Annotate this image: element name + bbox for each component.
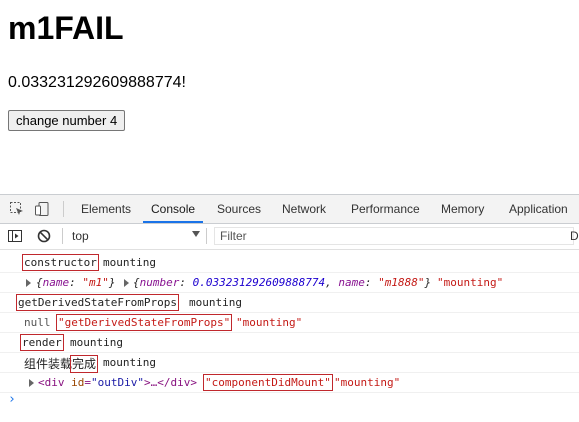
- tab-performance[interactable]: Performance: [351, 195, 420, 223]
- console-toolbar: top D: [0, 224, 579, 250]
- expand-triangle-icon[interactable]: [124, 279, 129, 287]
- toolbar-separator: [206, 228, 207, 244]
- log-row: {name: "m1"} {number: 0.0332312926098887…: [0, 273, 579, 293]
- default-levels-label[interactable]: D: [570, 229, 579, 243]
- log-label: constructor: [22, 254, 99, 271]
- devtools-tabbar: Elements Console Sources Network Perform…: [0, 195, 579, 224]
- log-label: getDerivedStateFromProps: [16, 294, 179, 311]
- devtools-panel: Elements Console Sources Network Perform…: [0, 194, 579, 422]
- console-prompt[interactable]: ›: [8, 392, 16, 407]
- device-toolbar-icon[interactable]: [34, 201, 50, 217]
- log-message: "mounting": [236, 316, 303, 329]
- sidebar-toggle-icon[interactable]: [7, 228, 23, 244]
- null-value: null: [24, 316, 51, 329]
- log-row: getDerivedStateFromProps mounting: [0, 293, 579, 313]
- expand-triangle-icon[interactable]: [26, 279, 31, 287]
- tab-elements[interactable]: Elements: [81, 195, 131, 223]
- tab-network[interactable]: Network: [282, 195, 326, 223]
- inspect-element-icon[interactable]: [9, 201, 25, 217]
- log-message: mounting: [189, 296, 242, 309]
- tab-sources[interactable]: Sources: [217, 195, 261, 223]
- log-element[interactable]: <div id="outDiv">…</div>: [38, 376, 197, 389]
- change-number-button[interactable]: change number 4: [8, 110, 126, 131]
- log-message: "mounting": [334, 376, 401, 389]
- context-selector[interactable]: top: [72, 229, 89, 243]
- tab-console[interactable]: Console: [143, 195, 204, 223]
- log-message: mounting: [103, 256, 156, 269]
- log-object: {number: 0.033231292609888774, name: "m1…: [133, 276, 432, 289]
- tabbar-separator: [63, 201, 64, 217]
- log-row: <div id="outDiv">…</div> "componentDidMo…: [0, 373, 579, 393]
- page-title: m1FAIL: [8, 10, 124, 46]
- log-label: "getDerivedStateFromProps": [55, 314, 233, 331]
- number-display: 0.033231292609888774!: [8, 74, 186, 91]
- log-row: render mounting: [0, 333, 579, 353]
- log-message: mounting: [103, 356, 156, 369]
- log-row: constructor mounting: [0, 253, 579, 273]
- toolbar-separator: [62, 228, 63, 244]
- filter-input[interactable]: [214, 227, 574, 245]
- log-message: mounting: [70, 336, 123, 349]
- log-label: render: [20, 334, 64, 351]
- tab-application[interactable]: Application: [509, 195, 568, 223]
- chevron-down-icon[interactable]: [192, 231, 200, 237]
- log-label: 组件装载完成: [24, 355, 99, 373]
- log-label: "componentDidMount": [203, 374, 333, 391]
- log-row: 组件装载完成 mounting: [0, 353, 579, 373]
- log-row: null "getDerivedStateFromProps" "mountin…: [0, 313, 579, 333]
- clear-console-icon[interactable]: [36, 228, 52, 244]
- tab-memory[interactable]: Memory: [441, 195, 484, 223]
- expand-triangle-icon[interactable]: [29, 379, 34, 387]
- log-message: "mounting": [437, 276, 504, 289]
